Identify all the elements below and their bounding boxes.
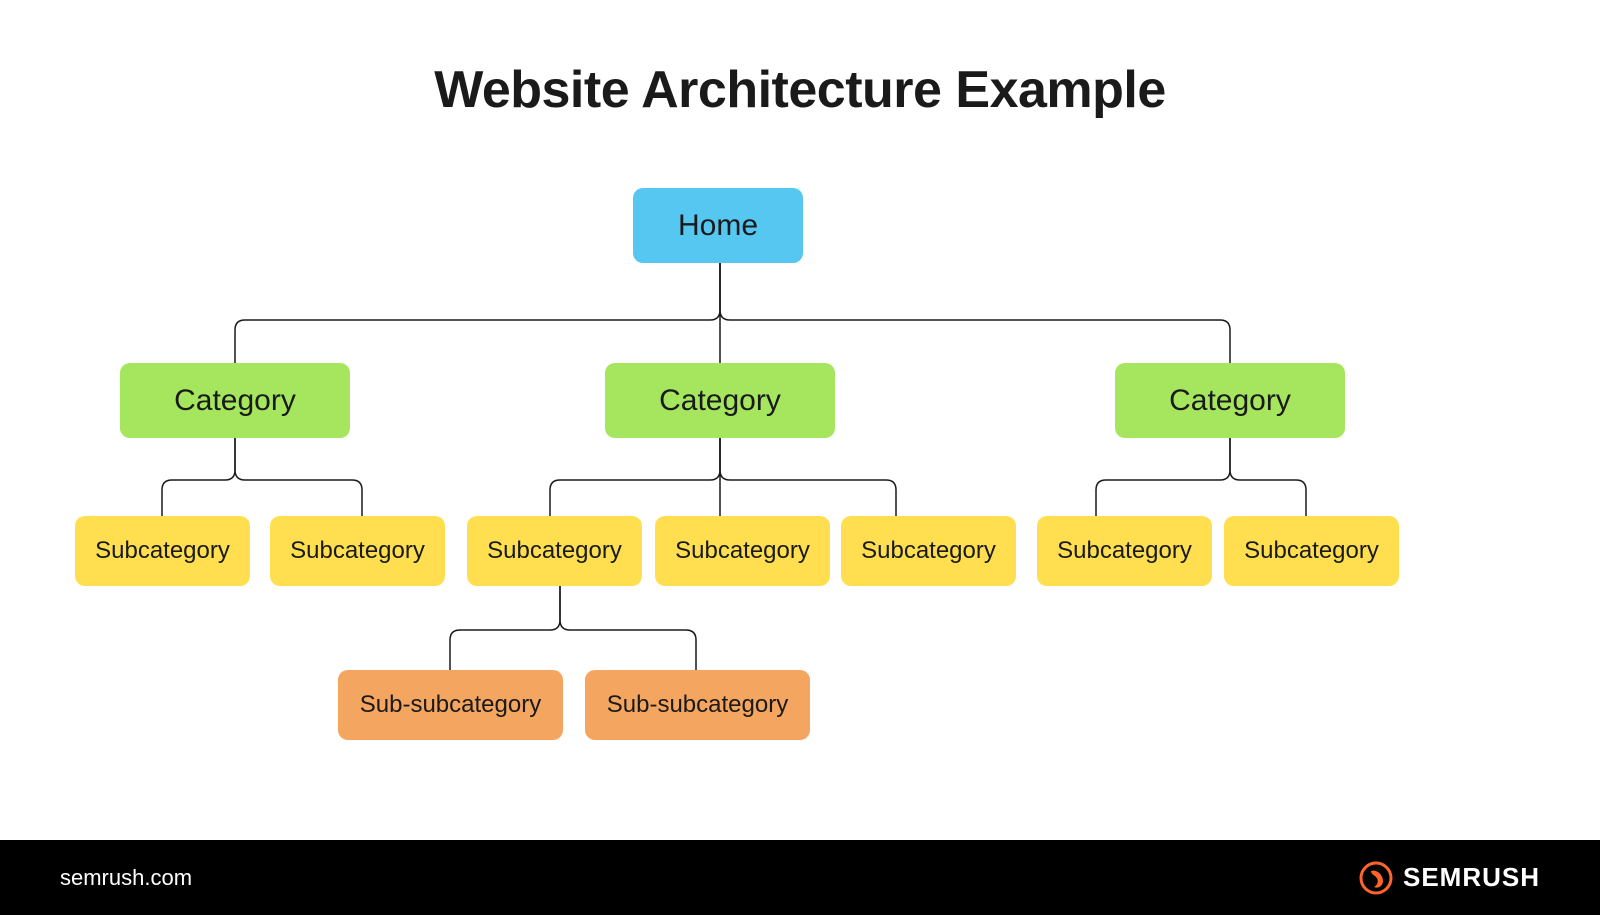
node-sub-subcategory: Sub-subcategory (338, 670, 563, 740)
page-title: Website Architecture Example (0, 60, 1600, 120)
diagram-stage: Website Architecture Example Home Catego… (0, 0, 1600, 915)
node-subcategory: Subcategory (75, 516, 250, 586)
node-subcategory: Subcategory (1037, 516, 1212, 586)
node-subcategory: Subcategory (841, 516, 1016, 586)
node-home: Home (633, 188, 803, 263)
node-category: Category (120, 363, 350, 438)
node-sub-subcategory: Sub-subcategory (585, 670, 810, 740)
node-subcategory: Subcategory (270, 516, 445, 586)
node-subcategory: Subcategory (1224, 516, 1399, 586)
flame-icon (1359, 861, 1393, 895)
brand: SEMRUSH (1359, 861, 1540, 895)
brand-text: SEMRUSH (1403, 862, 1540, 893)
node-category: Category (605, 363, 835, 438)
node-category: Category (1115, 363, 1345, 438)
node-subcategory: Subcategory (467, 516, 642, 586)
footer-domain: semrush.com (60, 865, 192, 891)
node-subcategory: Subcategory (655, 516, 830, 586)
footer: semrush.com SEMRUSH (0, 840, 1600, 915)
